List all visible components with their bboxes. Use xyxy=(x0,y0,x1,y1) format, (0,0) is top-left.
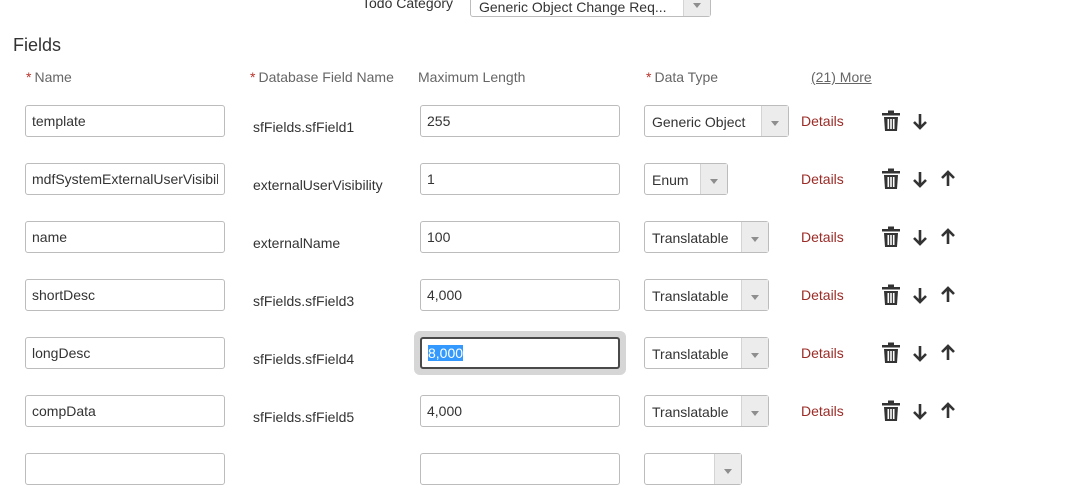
chevron-down-icon[interactable] xyxy=(741,338,768,368)
arrow-down-icon[interactable] xyxy=(910,110,930,132)
arrow-up-icon[interactable] xyxy=(938,400,958,422)
max-length-input[interactable] xyxy=(420,105,620,137)
database-field-name: externalUserVisibility xyxy=(253,177,383,193)
more-columns-link[interactable]: (21) More xyxy=(811,69,872,85)
chevron-down-icon[interactable] xyxy=(683,0,710,16)
column-header-max-length: Maximum Length xyxy=(418,69,526,85)
field-row: sfFields.sfField3 Translatable Details xyxy=(0,274,1077,314)
column-header-db-field: * Database Field Name xyxy=(250,69,394,85)
data-type-value: Translatable xyxy=(652,404,729,420)
database-field-name: sfFields.sfField4 xyxy=(253,351,355,367)
details-link[interactable]: Details xyxy=(801,113,844,129)
details-link[interactable]: Details xyxy=(801,287,844,303)
max-length-input[interactable] xyxy=(420,163,620,195)
database-field-name: sfFields.sfField1 xyxy=(253,119,355,135)
trash-icon[interactable] xyxy=(881,168,901,190)
data-type-select[interactable]: Translatable xyxy=(644,395,769,427)
arrow-up-icon[interactable] xyxy=(938,168,958,190)
arrow-down-icon[interactable] xyxy=(910,342,930,364)
trash-icon[interactable] xyxy=(881,226,901,248)
field-name-input[interactable] xyxy=(25,105,225,137)
details-link[interactable]: Details xyxy=(801,403,844,419)
field-row: externalUserVisibility Enum Details xyxy=(0,158,1077,198)
data-type-select[interactable]: Translatable xyxy=(644,221,769,253)
field-name-input[interactable] xyxy=(25,279,225,311)
field-name-input[interactable] xyxy=(25,221,225,253)
max-length-input[interactable] xyxy=(420,279,620,311)
field-row: sfFields.sfField1 Generic Object Details xyxy=(0,100,1077,140)
field-name-input[interactable] xyxy=(25,163,225,195)
database-field-name: sfFields.sfField3 xyxy=(253,293,355,309)
arrow-up-icon[interactable] xyxy=(938,284,958,306)
column-header-data-type: * Data Type xyxy=(646,69,718,85)
data-type-value: Generic Object xyxy=(652,114,746,130)
arrow-up-icon[interactable] xyxy=(938,226,958,248)
max-length-input[interactable]: 8,000 xyxy=(420,337,620,369)
data-type-value: Enum xyxy=(652,172,689,188)
chevron-down-icon[interactable] xyxy=(741,222,768,252)
max-length-input[interactable] xyxy=(420,221,620,253)
trash-icon[interactable] xyxy=(881,400,901,422)
column-header-name: * Name xyxy=(26,69,72,85)
trash-icon[interactable] xyxy=(881,342,901,364)
arrow-down-icon[interactable] xyxy=(910,284,930,306)
section-title-fields: Fields xyxy=(13,35,62,55)
field-name-input[interactable] xyxy=(25,453,225,485)
todo-category-select[interactable]: Generic Object Change Req... xyxy=(470,0,711,17)
field-row: externalName Translatable Details xyxy=(0,216,1077,256)
required-marker: * xyxy=(250,69,256,85)
todo-category-value: Generic Object Change Req... xyxy=(479,0,667,15)
data-type-value: Translatable xyxy=(652,288,729,304)
data-type-select[interactable] xyxy=(644,453,742,485)
field-row: sfFields.sfField5 Translatable Details xyxy=(0,390,1077,430)
arrow-down-icon[interactable] xyxy=(910,226,930,248)
chevron-down-icon[interactable] xyxy=(741,396,768,426)
chevron-down-icon[interactable] xyxy=(714,454,741,484)
selected-text: 8,000 xyxy=(428,345,464,361)
more-columns-link-label[interactable]: (21) More xyxy=(811,69,872,85)
database-field-name: externalName xyxy=(253,235,341,251)
trash-icon[interactable] xyxy=(881,284,901,306)
details-link[interactable]: Details xyxy=(801,229,844,245)
data-type-select[interactable]: Translatable xyxy=(644,279,769,311)
data-type-select[interactable]: Enum xyxy=(644,163,728,195)
field-name-input[interactable] xyxy=(25,395,225,427)
chevron-down-icon[interactable] xyxy=(761,106,788,136)
max-length-input[interactable] xyxy=(420,395,620,427)
details-link[interactable]: Details xyxy=(801,171,844,187)
max-length-input[interactable] xyxy=(420,453,620,485)
data-type-select[interactable]: Translatable xyxy=(644,337,769,369)
chevron-down-icon[interactable] xyxy=(741,280,768,310)
field-name-input[interactable] xyxy=(25,337,225,369)
arrow-up-icon[interactable] xyxy=(938,342,958,364)
data-type-select[interactable]: Generic Object xyxy=(644,105,789,137)
arrow-down-icon[interactable] xyxy=(910,168,930,190)
database-field-name: sfFields.sfField5 xyxy=(253,409,355,425)
todo-category-label: Todo Category xyxy=(362,0,454,11)
data-type-value: Translatable xyxy=(652,230,729,246)
field-row-partial xyxy=(0,448,1077,488)
column-header-db-field-label: Database Field Name xyxy=(258,69,394,85)
details-link[interactable]: Details xyxy=(801,345,844,361)
required-marker: * xyxy=(26,69,32,85)
trash-icon[interactable] xyxy=(881,110,901,132)
chevron-down-icon[interactable] xyxy=(700,164,727,194)
column-header-name-label: Name xyxy=(34,69,72,85)
data-type-value: Translatable xyxy=(652,346,729,362)
arrow-down-icon[interactable] xyxy=(910,400,930,422)
column-header-data-type-label: Data Type xyxy=(654,69,719,85)
field-row: sfFields.sfField4 8,000 Translatable Det… xyxy=(0,331,1077,375)
required-marker: * xyxy=(646,69,652,85)
